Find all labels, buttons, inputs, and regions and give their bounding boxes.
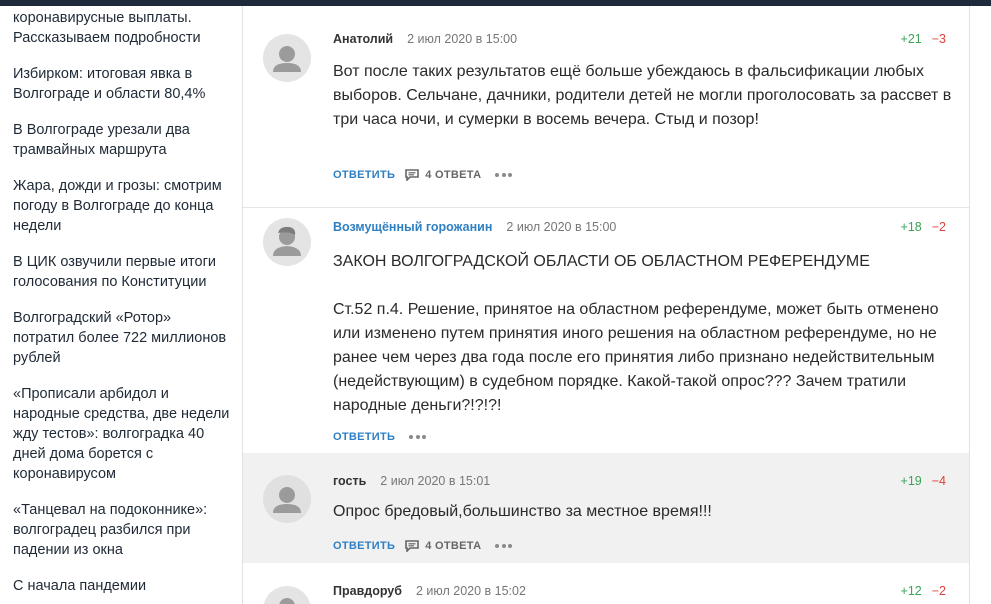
news-item[interactable]: коронавирусные выплаты. Рассказываем под… (13, 8, 235, 48)
comment-date: 2 июл 2020 в 15:00 (407, 32, 518, 46)
downvote-count[interactable]: −4 (932, 474, 946, 488)
downvote-count[interactable]: −2 (932, 584, 946, 598)
comments-section: Анатолий 2 июл 2020 в 15:00 +21 −3 Вот пос… (243, 6, 970, 604)
news-sidebar: коронавирусные выплаты. Рассказываем под… (0, 6, 243, 604)
comment-actions: ОТВЕТИТЬ (333, 428, 429, 446)
comment-bubble-icon (405, 169, 420, 181)
comment-date: 2 июл 2020 в 15:01 (380, 474, 491, 488)
comment-text: Опрос бредовый,большинство за местное вр… (333, 503, 712, 520)
upvote-count[interactable]: +18 (901, 220, 922, 234)
replies-count-label: 4 ОТВЕТА (425, 169, 482, 181)
news-item[interactable]: Жара, дожди и грозы: смотрим погоду в Во… (13, 176, 235, 236)
upvote-count[interactable]: +12 (901, 584, 922, 598)
news-item[interactable]: Волгоградский «Ротор» потратил более 722… (13, 308, 235, 368)
comment-author[interactable]: Правдоруб (333, 584, 402, 598)
comment-header: Правдоруб 2 июл 2020 в 15:02 (333, 582, 526, 600)
user-silhouette-icon (273, 46, 301, 72)
comment-author[interactable]: Возмущённый горожанин (333, 220, 492, 234)
comment: гость 2 июл 2020 в 15:01 +19 −4 Опрос бред… (243, 453, 969, 563)
reply-button[interactable]: ОТВЕТИТЬ (333, 537, 395, 555)
comment-votes: +18 −2 (901, 218, 946, 236)
upvote-count[interactable]: +19 (901, 474, 922, 488)
comment-actions: ОТВЕТИТЬ 4 ОТВЕТА (333, 166, 515, 184)
downvote-count[interactable]: −2 (932, 220, 946, 234)
news-item[interactable]: «Прописали арбидол и народные средства, … (13, 384, 235, 484)
comment-votes: +21 −3 (901, 30, 946, 48)
avatar[interactable] (263, 586, 311, 604)
comment-votes: +19 −4 (901, 472, 946, 490)
right-gutter (971, 6, 991, 604)
user-silhouette-icon (273, 487, 301, 513)
comment-date: 2 июл 2020 в 15:02 (415, 584, 526, 598)
comment-votes: +12 −2 (901, 582, 946, 600)
more-options-icon[interactable] (495, 173, 515, 177)
comment-author[interactable]: Анатолий (333, 32, 393, 46)
comment-actions: ОТВЕТИТЬ 4 ОТВЕТА (333, 537, 515, 555)
news-item[interactable]: С начала пандемии (13, 576, 235, 596)
user-silhouette-icon (279, 598, 295, 604)
comment-text: Вот после таких результатов ещё больше у… (333, 63, 952, 128)
user-silhouette-icon (273, 226, 301, 256)
downvote-count[interactable]: −3 (932, 32, 946, 46)
comment: Возмущённый горожанин 2 июл 2020 в 15:00 … (243, 208, 969, 452)
comment-header: гость 2 июл 2020 в 15:01 (333, 472, 490, 490)
avatar[interactable] (263, 218, 311, 266)
comment-header: Возмущённый горожанин 2 июл 2020 в 15:00 (333, 218, 616, 236)
more-options-icon[interactable] (495, 544, 515, 548)
comment: Правдоруб 2 июл 2020 в 15:02 +12 −2 (243, 564, 969, 604)
replies-button[interactable]: 4 ОТВЕТА (405, 166, 481, 184)
comment-text-title: ЗАКОН ВОЛГОГРАДСКОЙ ОБЛАСТИ ОБ ОБЛАСТНОМ… (333, 253, 870, 270)
comment-bubble-icon (405, 540, 420, 552)
avatar[interactable] (263, 34, 311, 82)
reply-button[interactable]: ОТВЕТИТЬ (333, 428, 395, 446)
comment-header: Анатолий 2 июл 2020 в 15:00 (333, 30, 517, 48)
news-list: коронавирусные выплаты. Рассказываем под… (13, 6, 235, 604)
comment-author[interactable]: гость (333, 474, 366, 488)
reply-button[interactable]: ОТВЕТИТЬ (333, 166, 395, 184)
news-item[interactable]: В Волгограде урезали два трамвайных марш… (13, 120, 235, 160)
replies-button[interactable]: 4 ОТВЕТА (405, 537, 481, 555)
comment-date: 2 июл 2020 в 15:00 (506, 220, 617, 234)
comment: Анатолий 2 июл 2020 в 15:00 +21 −3 Вот пос… (243, 6, 969, 208)
avatar[interactable] (263, 475, 311, 523)
upvote-count[interactable]: +21 (901, 32, 922, 46)
news-item[interactable]: «Танцевал на подоконнике»: волгоградец р… (13, 500, 235, 560)
news-item[interactable]: В ЦИК озвучили первые итоги голосования … (13, 252, 235, 292)
more-options-icon[interactable] (409, 435, 429, 439)
replies-count-label: 4 ОТВЕТА (425, 540, 482, 552)
comment-text: Ст.52 п.4. Решение, принятое на областно… (333, 301, 939, 414)
news-item[interactable]: Избирком: итоговая явка в Волгограде и о… (13, 64, 235, 104)
